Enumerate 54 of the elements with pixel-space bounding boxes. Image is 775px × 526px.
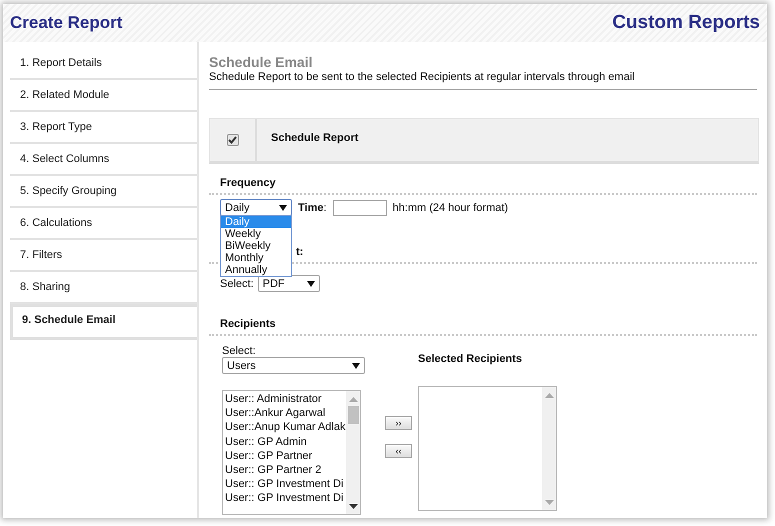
- scroll-up-icon[interactable]: [348, 397, 358, 402]
- time-format-hint: hh:mm (24 hour format): [392, 202, 508, 214]
- scroll-down-icon[interactable]: [348, 504, 358, 509]
- sidebar-step[interactable]: 5. Specify Grouping: [10, 176, 197, 208]
- dropdown-option[interactable]: Daily: [221, 216, 291, 228]
- dropdown-option[interactable]: Annually: [221, 264, 291, 276]
- dropdown-option[interactable]: Monthly: [221, 252, 291, 264]
- checkmark-icon: [228, 136, 237, 144]
- recipient-option[interactable]: User:: GP Partner: [225, 448, 346, 463]
- caret-icon: [306, 280, 315, 286]
- scrollbar-thumb[interactable]: [348, 406, 358, 424]
- recipient-option[interactable]: User:: GP Investment Di: [225, 477, 346, 492]
- schedule-report-label: Schedule Report: [270, 131, 358, 146]
- sidebar-step[interactable]: 9. Schedule Email: [10, 304, 197, 340]
- scrollbar[interactable]: [542, 387, 556, 510]
- caret-icon: [352, 362, 360, 368]
- remove-recipient-button[interactable]: ‹‹: [385, 444, 412, 458]
- section-description: Schedule Report to be sent to the selected Recipients at regular intervals through email: [209, 71, 636, 83]
- format-select-label: Select:: [220, 278, 254, 290]
- schedule-checkbox[interactable]: [226, 134, 238, 146]
- selected-recipients-list[interactable]: [418, 386, 557, 511]
- sidebar-step[interactable]: 1. Report Details: [10, 48, 197, 80]
- available-recipients-list[interactable]: User:: Administrator User::Ankur Agarwal User::Anup Kumar Adlak User:: GP Admin User:: GP Partner User:: GP Partner 2 User:: GP Investment Di User:: GP Investment Di: [222, 390, 361, 515]
- recipient-type-select[interactable]: Users: [222, 357, 365, 374]
- sidebar-step[interactable]: 2. Related Module: [10, 80, 197, 112]
- scroll-up-icon[interactable]: [544, 393, 554, 398]
- time-label: Time:: [298, 202, 327, 214]
- add-recipient-button[interactable]: ››: [385, 416, 412, 430]
- recipients-heading: Recipients: [220, 318, 277, 330]
- recipient-type-label: Select:: [222, 345, 257, 357]
- recipient-option[interactable]: User::Anup Kumar Adlak: [225, 420, 346, 435]
- sidebar-step[interactable]: 6. Calculations: [10, 208, 197, 240]
- dropdown-option[interactable]: Weekly: [221, 228, 291, 240]
- scrollbar[interactable]: [346, 391, 360, 514]
- caret-icon: [279, 204, 287, 210]
- page-title: Create Report: [10, 13, 122, 33]
- recipient-option[interactable]: User:: GP Partner 2: [225, 462, 346, 478]
- dropdown-option[interactable]: BiWeekly: [221, 240, 291, 252]
- format-heading: t:: [296, 246, 304, 258]
- recipient-option[interactable]: User:: GP Admin: [225, 434, 346, 449]
- recipient-option[interactable]: User::Ankur Agarwal: [225, 406, 346, 420]
- selected-recipients-heading: Selected Recipients: [418, 353, 523, 365]
- sidebar-step[interactable]: 4. Select Columns: [10, 144, 197, 176]
- recipient-option[interactable]: User:: Administrator: [225, 392, 346, 406]
- sidebar-step[interactable]: 3. Report Type: [10, 112, 197, 144]
- sidebar-step[interactable]: 8. Sharing: [10, 272, 197, 304]
- frequency-select[interactable]: Daily: [220, 199, 292, 216]
- time-input-field[interactable]: [332, 200, 387, 216]
- sidebar-step[interactable]: 7. Filters: [10, 240, 197, 272]
- section-title: Schedule Email: [209, 54, 314, 70]
- recipient-option[interactable]: User:: GP Investment Di: [225, 491, 346, 506]
- app-title: Custom Reports: [612, 12, 760, 34]
- format-select[interactable]: PDF: [258, 275, 320, 292]
- frequency-heading: Frequency: [220, 177, 277, 189]
